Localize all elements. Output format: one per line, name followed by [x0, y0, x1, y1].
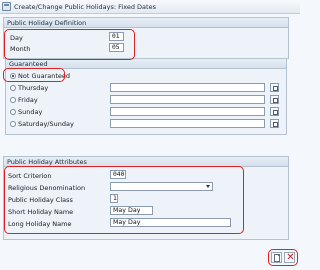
thursday-field[interactable] — [110, 83, 265, 92]
long-holiday-name-field[interactable]: May Day — [110, 218, 231, 227]
month-field[interactable]: 05 — [109, 43, 124, 52]
public-holiday-attributes-group: Public Holiday Attributes Sort Criterion… — [3, 156, 289, 240]
thursday-label: Thursday — [18, 84, 49, 92]
sort-criterion-label: Sort Criterion — [8, 172, 52, 180]
long-holiday-name-label: Long Holiday Name — [8, 220, 72, 228]
saturday-sunday-field[interactable] — [110, 119, 265, 128]
saturday-sunday-detail-button[interactable] — [270, 119, 279, 128]
sunday-radio[interactable] — [10, 109, 16, 115]
friday-detail-button[interactable] — [270, 95, 279, 104]
app-icon — [2, 2, 11, 11]
thursday-detail-button[interactable] — [270, 83, 279, 92]
friday-field[interactable] — [110, 95, 265, 104]
window-title: Create/Change Public Holidays: Fixed Dat… — [14, 3, 156, 11]
month-label: Month — [10, 45, 31, 53]
friday-radio[interactable] — [10, 97, 16, 103]
public-holiday-definition-group: Public Holiday Definition Day 01 Month 0… — [3, 17, 289, 59]
public-holiday-class-field[interactable]: 1 — [110, 194, 118, 203]
cancel-button[interactable]: ✕ — [284, 252, 295, 263]
religious-denomination-label: Religious Denomination — [8, 184, 86, 192]
day-field[interactable]: 01 — [109, 32, 124, 41]
guaranteed-group: Guaranteed Not Guaranteed Thursday Frida… — [5, 58, 287, 135]
saturday-sunday-radio[interactable] — [10, 121, 16, 127]
public-holiday-attributes-heading: Public Holiday Attributes — [4, 157, 288, 167]
document-icon — [274, 254, 280, 262]
sort-criterion-field[interactable]: 040 — [110, 170, 126, 179]
close-icon: ✕ — [286, 252, 295, 263]
public-holiday-class-label: Public Holiday Class — [8, 196, 73, 204]
chevron-down-icon[interactable] — [206, 185, 210, 188]
religious-denomination-select[interactable] — [110, 182, 213, 191]
sunday-detail-button[interactable] — [270, 107, 279, 116]
short-holiday-name-field[interactable]: May Day — [110, 206, 153, 215]
create-document-button[interactable] — [271, 252, 282, 263]
public-holiday-definition-heading: Public Holiday Definition — [4, 18, 288, 28]
thursday-radio[interactable] — [10, 85, 16, 91]
sunday-field[interactable] — [110, 107, 265, 116]
day-label: Day — [10, 34, 23, 42]
not-guaranteed-label: Not Guaranteed — [18, 72, 71, 80]
not-guaranteed-radio[interactable] — [10, 73, 16, 79]
window-titlebar: Create/Change Public Holidays: Fixed Dat… — [0, 0, 300, 14]
guaranteed-heading: Guaranteed — [6, 59, 286, 69]
saturday-sunday-label: Saturday/Sunday — [18, 120, 74, 128]
sunday-label: Sunday — [18, 108, 43, 116]
friday-label: Friday — [18, 96, 38, 104]
short-holiday-name-label: Short Holiday Name — [8, 208, 74, 216]
